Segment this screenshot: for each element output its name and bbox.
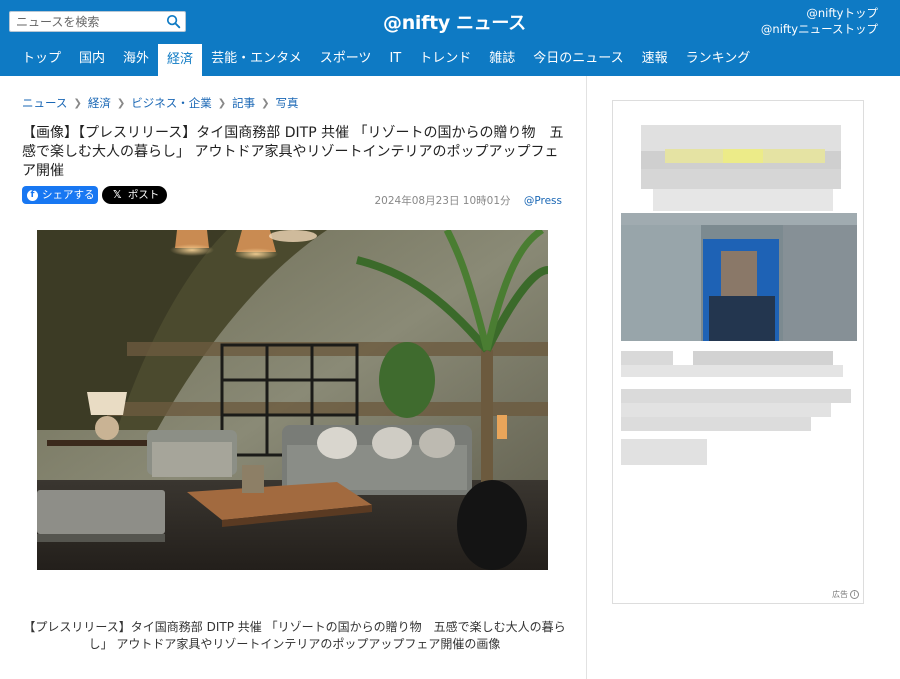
breadcrumb: ニュース ❯ 経済 ❯ ビジネス・企業 ❯ 記事 ❯ 写真 bbox=[22, 95, 299, 111]
sidebar-ad[interactable]: 広告 i bbox=[612, 100, 864, 604]
chevron-right-icon: ❯ bbox=[73, 97, 82, 109]
nav-item-sports[interactable]: スポーツ bbox=[311, 42, 381, 76]
link-nifty-top[interactable]: @niftyトップ bbox=[761, 5, 878, 21]
site-logo[interactable]: @nifty ニュース bbox=[383, 9, 526, 35]
nav-item-today[interactable]: 今日のニュース bbox=[524, 42, 632, 76]
category-nav: トップ 国内 海外 経済 芸能・エンタメ スポーツ IT トレンド 雑誌 今日の… bbox=[0, 42, 900, 76]
breadcrumb-photo[interactable]: 写真 bbox=[276, 95, 299, 111]
nav-item-economy[interactable]: 経済 bbox=[158, 44, 203, 76]
nav-item-it[interactable]: IT bbox=[380, 42, 410, 76]
nav-item-world[interactable]: 海外 bbox=[114, 42, 158, 76]
breadcrumb-economy[interactable]: 経済 bbox=[88, 95, 111, 111]
info-icon: i bbox=[850, 590, 859, 599]
x-post-button[interactable]: 𝕏 ポスト bbox=[102, 186, 167, 204]
breadcrumb-article[interactable]: 記事 bbox=[232, 95, 255, 111]
article-meta: 2024年08月23日 10時01分 @Press bbox=[360, 193, 563, 208]
logo-news: ニュース bbox=[455, 13, 526, 34]
ad-badge[interactable]: 広告 i bbox=[832, 589, 859, 600]
nav-item-trend[interactable]: トレンド bbox=[410, 42, 480, 76]
search-box bbox=[9, 11, 186, 32]
publish-date: 2024年08月23日 10時01分 bbox=[374, 195, 511, 207]
nav-item-entertainment[interactable]: 芸能・エンタメ bbox=[202, 42, 311, 76]
chevron-right-icon: ❯ bbox=[116, 97, 126, 109]
pixelated-ad-image bbox=[613, 101, 863, 603]
site-header: @nifty ニュース @niftyトップ @niftyニューストップ bbox=[0, 0, 900, 42]
chevron-right-icon: ❯ bbox=[217, 97, 227, 109]
nav-item-magazine[interactable]: 雑誌 bbox=[480, 42, 524, 76]
nav-item-domestic[interactable]: 国内 bbox=[70, 42, 114, 76]
facebook-share-label: シェアする bbox=[42, 189, 95, 201]
logo-brand: @nifty bbox=[383, 12, 450, 34]
ad-label: 広告 bbox=[832, 590, 848, 599]
source-link[interactable]: @Press bbox=[524, 195, 562, 207]
interior-photo-illustration bbox=[37, 230, 548, 570]
facebook-share-button[interactable]: f シェアする bbox=[22, 186, 98, 204]
link-nifty-news-top[interactable]: @niftyニューストップ bbox=[761, 21, 878, 37]
photo-caption: 【プレスリリース】タイ国商務部 DITP 共催 「リゾートの国からの贈り物 五感… bbox=[23, 620, 566, 651]
nav-item-ranking[interactable]: ランキング bbox=[677, 42, 760, 76]
article-photo[interactable] bbox=[37, 230, 548, 570]
top-links: @niftyトップ @niftyニューストップ bbox=[761, 5, 878, 37]
search-icon[interactable] bbox=[166, 14, 181, 29]
nav-item-breaking[interactable]: 速報 bbox=[633, 42, 677, 76]
x-post-label: ポスト bbox=[127, 189, 160, 201]
facebook-icon: f bbox=[27, 189, 38, 201]
x-logo-icon: 𝕏 bbox=[113, 189, 122, 201]
breadcrumb-news[interactable]: ニュース bbox=[22, 95, 67, 111]
search-input[interactable] bbox=[10, 12, 160, 31]
chevron-right-icon: ❯ bbox=[261, 97, 270, 109]
nav-item-top[interactable]: トップ bbox=[13, 42, 70, 76]
column-divider bbox=[586, 76, 587, 679]
breadcrumb-business[interactable]: ビジネス・企業 bbox=[131, 95, 212, 111]
page-title: 【画像】【プレスリリース】タイ国商務部 DITP 共催 「リゾートの国からの贈り… bbox=[22, 125, 564, 179]
